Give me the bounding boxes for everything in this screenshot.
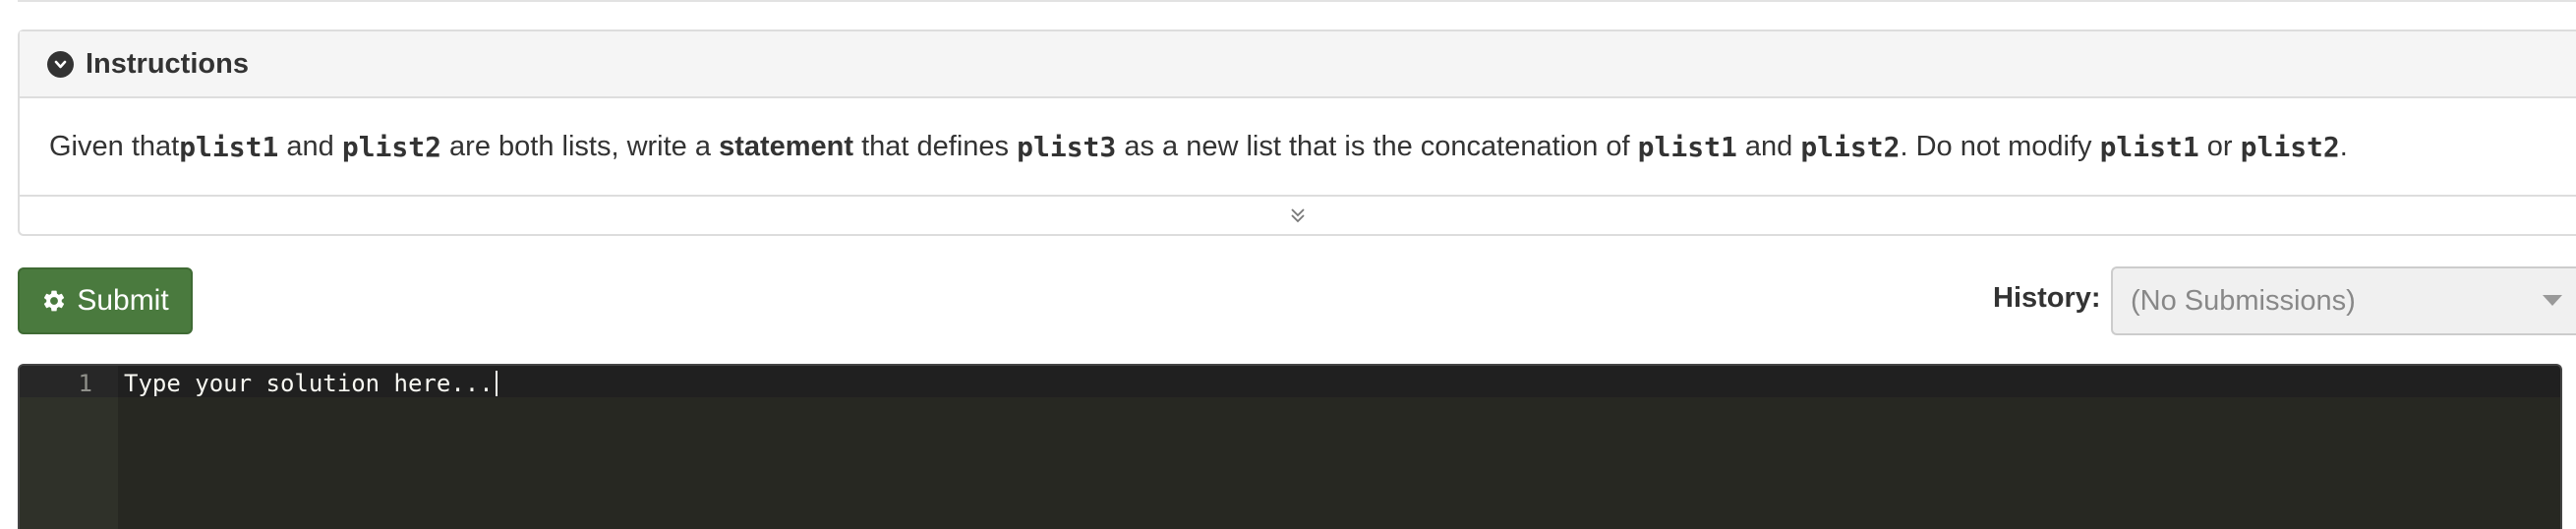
history-value: (No Submissions) <box>2131 284 2356 317</box>
instruction-code: plist1 <box>179 130 279 163</box>
instruction-text: and <box>278 130 342 162</box>
instructions-title: Instructions <box>86 47 249 80</box>
instructions-header[interactable]: Instructions <box>20 31 2576 98</box>
instruction-bold: statement <box>719 130 854 162</box>
instruction-code: plist2 <box>1800 130 1901 163</box>
instruction-text: are both lists, write a <box>441 130 720 162</box>
history-label: History: <box>1993 282 2101 314</box>
history-select[interactable]: (No Submissions) <box>2111 266 2576 335</box>
text-cursor <box>495 371 498 396</box>
instruction-code: plist2 <box>341 130 441 163</box>
instruction-text: as a new list that is the concatenation … <box>1116 130 1638 162</box>
instruction-text: . Do not modify <box>1900 130 2100 162</box>
expand-toggle[interactable] <box>20 195 2576 234</box>
instruction-text: . <box>2339 130 2348 162</box>
instruction-text: Given that <box>49 130 180 162</box>
instruction-text: that defines <box>853 130 1018 162</box>
submit-label: Submit <box>77 284 169 317</box>
instruction-code: plist1 <box>1637 130 1737 163</box>
line-number: 1 <box>78 370 92 397</box>
instruction-code: plist2 <box>2240 130 2340 163</box>
editor-placeholder: Type your solution here... <box>124 370 494 397</box>
instruction-code: plist1 <box>2099 130 2199 163</box>
chevron-down-circle-icon[interactable] <box>47 50 74 78</box>
instructions-text: Given that plist1 and plist2 are both li… <box>20 98 2576 195</box>
double-chevron-down-icon[interactable] <box>1289 206 1307 224</box>
instruction-text: and <box>1736 130 1801 162</box>
instructions-panel: Instructions Given that plist1 and plist… <box>18 29 2576 236</box>
caret-down-icon <box>2543 295 2562 306</box>
editor-line[interactable]: Type your solution here... <box>124 370 498 397</box>
submit-button[interactable]: Submit <box>18 267 193 334</box>
gear-icon <box>44 290 65 312</box>
instruction-text: or <box>2198 130 2241 162</box>
instruction-code: plist3 <box>1017 130 1117 163</box>
top-divider <box>18 0 2576 2</box>
code-editor[interactable]: 1 Type your solution here... <box>18 364 2562 529</box>
